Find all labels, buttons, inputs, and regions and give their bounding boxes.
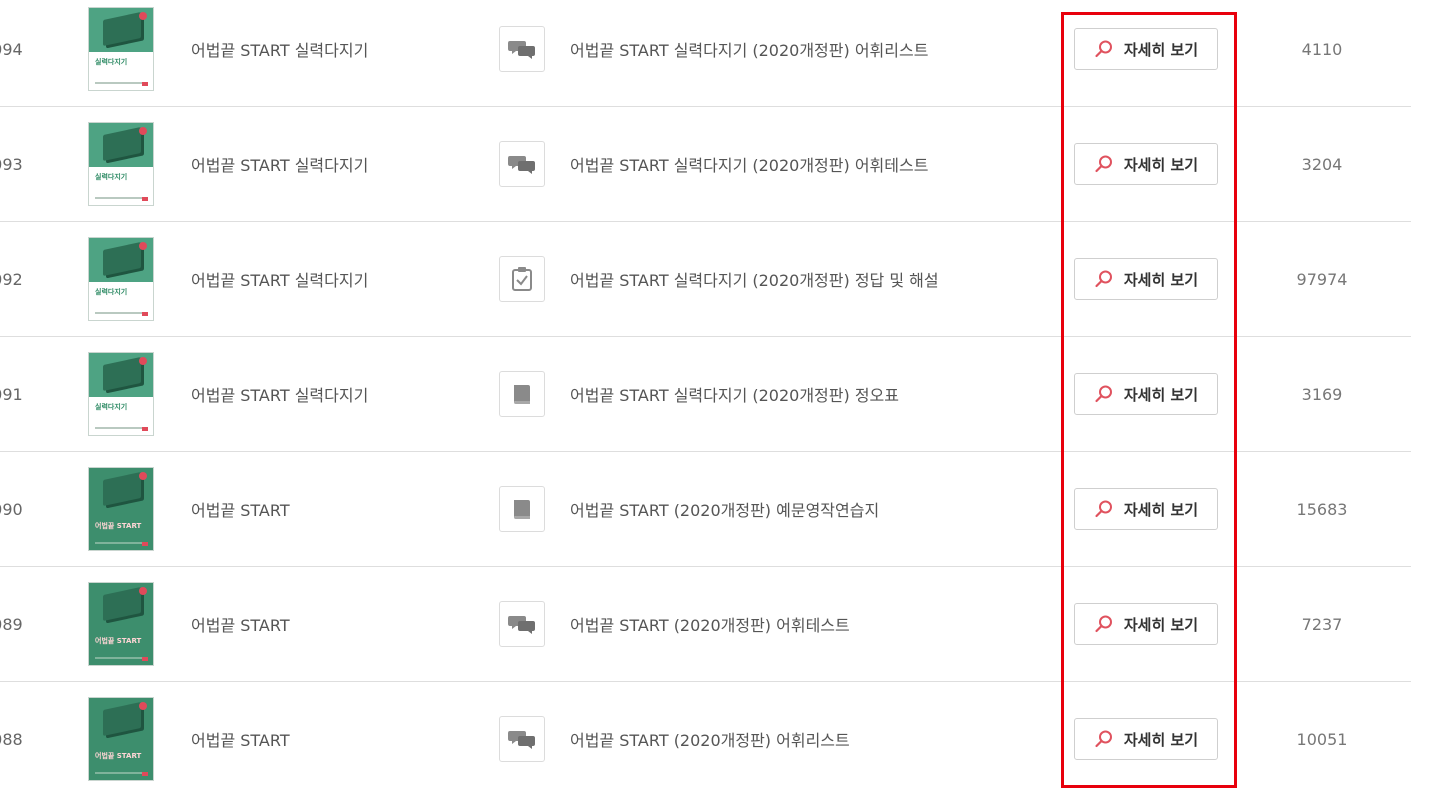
book-title[interactable]: 어법끝 START 실력다지기 (191, 222, 368, 336)
file-title[interactable]: 어법끝 START 실력다지기 (2020개정판) 정오표 (570, 337, 899, 451)
cover-subtitle: 어법끝 START (95, 637, 142, 645)
book-title[interactable]: 어법끝 START 실력다지기 (191, 337, 368, 451)
cover-subtitle: 어법끝 START (95, 752, 142, 760)
book-title[interactable]: 어법끝 START (191, 682, 290, 796)
view-detail-label: 자세히 보기 (1123, 615, 1199, 634)
chat-bubbles-icon (499, 716, 545, 762)
view-detail-button[interactable]: 자세히 보기 (1074, 373, 1218, 415)
magnifier-icon (1095, 385, 1112, 403)
book-title[interactable]: 어법끝 START (191, 567, 290, 681)
row-number: 2090 (0, 499, 23, 519)
view-detail-label: 자세히 보기 (1123, 40, 1199, 59)
view-detail-label: 자세히 보기 (1123, 730, 1199, 749)
book-title[interactable]: 어법끝 START 실력다지기 (191, 0, 368, 106)
magnifier-icon (1095, 730, 1112, 748)
view-detail-button[interactable]: 자세히 보기 (1074, 603, 1218, 645)
row-number: 2088 (0, 729, 23, 749)
file-title[interactable]: 어법끝 START (2020개정판) 어휘테스트 (570, 567, 850, 681)
cover-subtitle: 실력다지기 (95, 403, 128, 411)
view-detail-label: 자세히 보기 (1123, 270, 1199, 289)
book-cover-thumbnail[interactable]: 실력다지기 (88, 122, 154, 206)
table-row: 2091 실력다지기 어법끝 START 실력다지기 어법끝 START 실력다… (0, 337, 1411, 452)
row-number: 2092 (0, 269, 23, 289)
view-detail-button[interactable]: 자세히 보기 (1074, 28, 1218, 70)
magnifier-icon (1095, 615, 1112, 633)
cover-subtitle: 실력다지기 (95, 58, 128, 66)
download-count: 7237 (1301, 614, 1343, 634)
view-detail-button[interactable]: 자세히 보기 (1074, 258, 1218, 300)
clipboard-check-icon (499, 256, 545, 302)
table-row: 2093 실력다지기 어법끝 START 실력다지기 어법끝 START 실력다… (0, 107, 1411, 222)
file-title[interactable]: 어법끝 START 실력다지기 (2020개정판) 정답 및 해설 (570, 222, 939, 336)
magnifier-icon (1095, 40, 1112, 58)
file-title[interactable]: 어법끝 START (2020개정판) 어휘리스트 (570, 682, 850, 796)
book-icon (499, 371, 545, 417)
table-row: 2089 어법끝 START 어법끝 START 어법끝 START (2020… (0, 567, 1411, 682)
book-title[interactable]: 어법끝 START (191, 452, 290, 566)
download-count: 10051 (1296, 729, 1348, 749)
table-row: 2090 어법끝 START 어법끝 START 어법끝 START (2020… (0, 452, 1411, 567)
download-count: 3169 (1301, 384, 1343, 404)
chat-bubbles-icon (499, 26, 545, 72)
view-detail-label: 자세히 보기 (1123, 500, 1199, 519)
view-detail-label: 자세히 보기 (1123, 155, 1199, 174)
book-cover-thumbnail[interactable]: 실력다지기 (88, 7, 154, 91)
book-cover-thumbnail[interactable]: 어법끝 START (88, 467, 154, 551)
table-row: 2088 어법끝 START 어법끝 START 어법끝 START (2020… (0, 682, 1411, 796)
file-title[interactable]: 어법끝 START 실력다지기 (2020개정판) 어휘테스트 (570, 107, 928, 221)
view-detail-button[interactable]: 자세히 보기 (1074, 718, 1218, 760)
table-row: 2094 실력다지기 어법끝 START 실력다지기 어법끝 START 실력다… (0, 0, 1411, 107)
file-title[interactable]: 어법끝 START 실력다지기 (2020개정판) 어휘리스트 (570, 0, 928, 106)
download-count: 97974 (1296, 269, 1348, 289)
chat-bubbles-icon (499, 141, 545, 187)
row-number: 2091 (0, 384, 23, 404)
book-cover-thumbnail[interactable]: 어법끝 START (88, 697, 154, 781)
magnifier-icon (1095, 270, 1112, 288)
book-cover-thumbnail[interactable]: 실력다지기 (88, 352, 154, 436)
book-title[interactable]: 어법끝 START 실력다지기 (191, 107, 368, 221)
cover-subtitle: 실력다지기 (95, 288, 128, 296)
book-cover-thumbnail[interactable]: 어법끝 START (88, 582, 154, 666)
book-cover-thumbnail[interactable]: 실력다지기 (88, 237, 154, 321)
resource-table: 2094 실력다지기 어법끝 START 실력다지기 어법끝 START 실력다… (0, 0, 1438, 796)
chat-bubbles-icon (499, 601, 545, 647)
magnifier-icon (1095, 500, 1112, 518)
download-count: 4110 (1301, 39, 1343, 59)
cover-subtitle: 어법끝 START (95, 522, 142, 530)
view-detail-button[interactable]: 자세히 보기 (1074, 143, 1218, 185)
cover-subtitle: 실력다지기 (95, 173, 128, 181)
row-number: 2089 (0, 614, 23, 634)
view-detail-button[interactable]: 자세히 보기 (1074, 488, 1218, 530)
magnifier-icon (1095, 155, 1112, 173)
file-title[interactable]: 어법끝 START (2020개정판) 예문영작연습지 (570, 452, 879, 566)
view-detail-label: 자세히 보기 (1123, 385, 1199, 404)
row-number: 2094 (0, 39, 23, 59)
download-count: 15683 (1296, 499, 1348, 519)
row-number: 2093 (0, 154, 23, 174)
download-count: 3204 (1301, 154, 1343, 174)
table-row: 2092 실력다지기 어법끝 START 실력다지기 어법끝 START 실력다… (0, 222, 1411, 337)
book-icon (499, 486, 545, 532)
